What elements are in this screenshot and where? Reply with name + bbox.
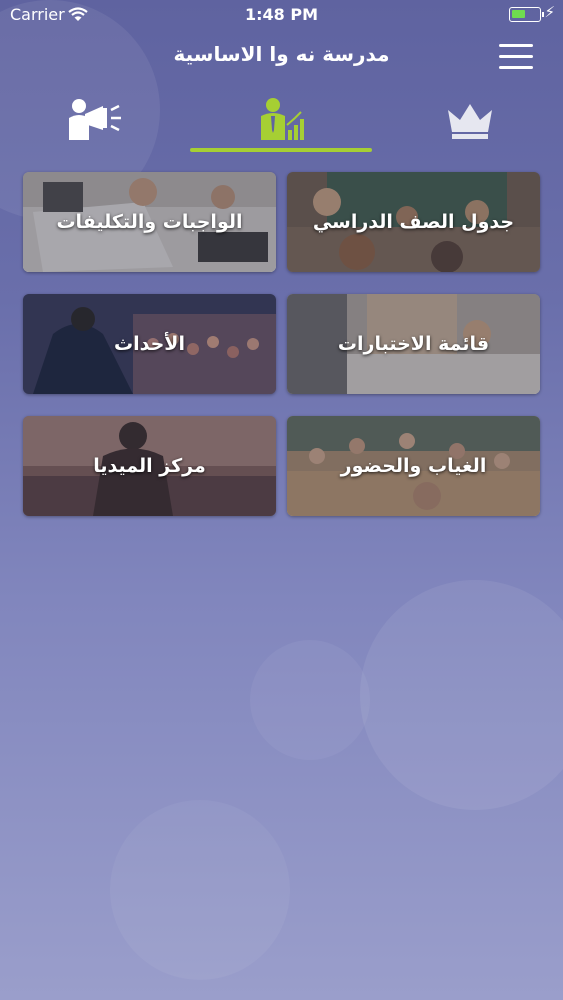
tile-label: قائمة الاختبارات — [337, 333, 490, 355]
tile-label: مركز الميديا — [93, 455, 206, 477]
tile-label: الواجبات والتكليفات — [56, 211, 243, 233]
tile-label: الأحداث — [114, 333, 185, 355]
homework-tile[interactable]: الواجبات والتكليفات — [23, 172, 276, 272]
media-center-tile[interactable]: مركز الميديا — [23, 416, 276, 516]
attendance-tile[interactable]: الغياب والحضور — [287, 416, 540, 516]
tile-label: الغياب والحضور — [340, 455, 487, 477]
events-tile[interactable]: الأحداث — [23, 294, 276, 394]
class-schedule-tile[interactable]: جدول الصف الدراسي — [287, 172, 540, 272]
tile-label: جدول الصف الدراسي — [312, 211, 515, 233]
exams-tile[interactable]: قائمة الاختبارات — [287, 294, 540, 394]
menu-grid: جدول الصف الدراسي الواجبات والتكليفات قا… — [0, 0, 563, 1000]
